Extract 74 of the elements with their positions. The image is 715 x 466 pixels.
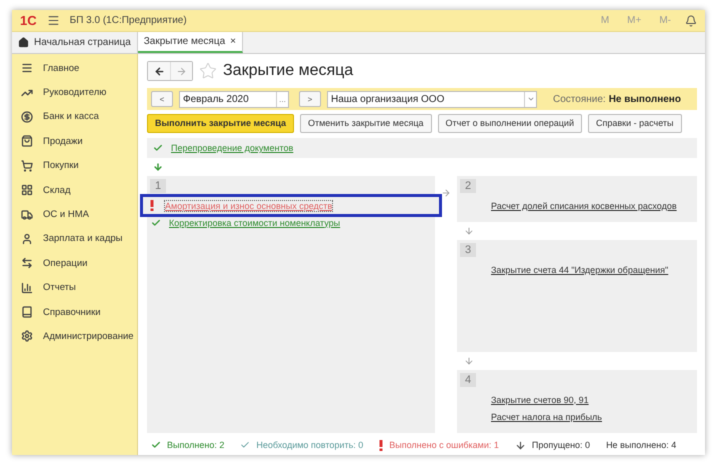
arrows-icon bbox=[21, 257, 33, 270]
period-field[interactable]: Февраль 2020 ... bbox=[179, 90, 289, 108]
state-label: Состояние: bbox=[553, 94, 606, 104]
arrow-left-icon bbox=[154, 66, 164, 76]
tab-label: Закрытие месяца bbox=[144, 36, 226, 47]
tab[interactable]: Закрытие месяца × bbox=[138, 32, 243, 53]
sidebar-item[interactable]: ОС и НМА bbox=[43, 209, 89, 220]
status-count: Необходимо повторить: 0 bbox=[256, 440, 364, 450]
stage-number: 3 bbox=[460, 243, 476, 257]
bell-icon[interactable] bbox=[685, 14, 697, 26]
operation-link[interactable]: Перепроведение документов bbox=[171, 143, 294, 153]
operation-link[interactable]: Закрытие счетов 90, 91 bbox=[491, 394, 589, 404]
operation-link[interactable]: Закрытие счета 44 "Издержки обращения" bbox=[491, 264, 668, 274]
sidebar-item[interactable]: Операции bbox=[43, 258, 88, 269]
operation-link[interactable]: Расчет долей списания косвенных расходов bbox=[491, 200, 677, 210]
logo: 1С bbox=[20, 13, 37, 28]
arrow-down-icon bbox=[464, 356, 474, 366]
state-value: Не выполнено bbox=[608, 94, 681, 104]
arrow-down-icon bbox=[464, 226, 474, 236]
stage-number: 1 bbox=[150, 179, 166, 193]
coin-icon bbox=[21, 110, 33, 123]
user-icon bbox=[21, 232, 33, 245]
settings-icon bbox=[21, 330, 33, 342]
action-button[interactable]: Выполнить закрытие месяца bbox=[147, 114, 294, 133]
truck-icon bbox=[21, 208, 33, 221]
sidebar-item[interactable]: Администрирование bbox=[43, 330, 134, 342]
bag-icon bbox=[21, 135, 33, 148]
check-icon bbox=[153, 143, 163, 153]
book-icon bbox=[21, 306, 33, 318]
arrow-right-icon bbox=[441, 188, 451, 198]
menu-icon bbox=[21, 62, 33, 74]
sidebar-item[interactable]: Главное bbox=[43, 62, 80, 74]
next-button[interactable]: > bbox=[299, 91, 321, 107]
action-button[interactable]: Справки - расчеты bbox=[588, 114, 682, 133]
sidebar-item[interactable]: Банк и касса bbox=[43, 111, 99, 122]
status-count: Выполнено с ошибками: 1 bbox=[389, 440, 499, 450]
sidebar-item[interactable]: Руководителю bbox=[43, 87, 106, 98]
star-icon[interactable] bbox=[199, 62, 217, 80]
check-icon bbox=[240, 440, 250, 450]
status-count: Выполнено: 2 bbox=[167, 440, 224, 450]
arrow-right-icon bbox=[176, 66, 187, 76]
cart-icon bbox=[21, 160, 33, 172]
back-button[interactable] bbox=[148, 62, 170, 80]
action-button[interactable]: Отчет о выполнении операций bbox=[438, 114, 582, 133]
previous-button[interactable]: < bbox=[151, 91, 173, 107]
stage-number: 2 bbox=[460, 179, 476, 193]
exclamation-icon bbox=[379, 440, 384, 450]
organization-field[interactable]: Наша организация ООО bbox=[327, 90, 537, 108]
sidebar-item[interactable]: Справочники bbox=[43, 306, 101, 318]
home-icon bbox=[18, 37, 29, 48]
status-count: Пропущено: 0 bbox=[532, 440, 590, 450]
operation-link[interactable]: Расчет налога на прибыль bbox=[491, 412, 602, 422]
status-count: Не выполнено: 4 bbox=[606, 440, 676, 450]
sidebar-item[interactable]: Отчеты bbox=[43, 282, 76, 294]
close-icon[interactable]: × bbox=[230, 36, 236, 47]
sidebar-item[interactable]: Склад bbox=[43, 184, 70, 196]
sidebar-item[interactable]: Зарплата и кадры bbox=[43, 233, 122, 244]
page-title: Закрытие месяца bbox=[223, 62, 354, 80]
arrow-down-icon bbox=[514, 440, 526, 450]
tab-label: Начальная страница bbox=[34, 37, 131, 48]
window-title: БП 3.0 (1С:Предприятие) bbox=[70, 15, 188, 26]
check-icon bbox=[151, 218, 161, 228]
sidebar-item[interactable]: Покупки bbox=[43, 160, 79, 172]
check-icon bbox=[151, 440, 161, 450]
caret-icon[interactable] bbox=[526, 95, 534, 103]
sidebar-item[interactable]: Продажи bbox=[43, 136, 83, 147]
arrow-down-icon bbox=[153, 162, 163, 172]
grid-icon bbox=[21, 184, 33, 196]
action-button[interactable]: Отменить закрытие месяца bbox=[300, 114, 432, 133]
operation-link[interactable]: Корректировка стоимости номенклатуры bbox=[169, 218, 340, 228]
stage-number: 4 bbox=[460, 373, 476, 387]
bar-chart-icon bbox=[21, 282, 33, 294]
exclamation-icon bbox=[150, 200, 154, 211]
menu-icon[interactable] bbox=[46, 14, 60, 27]
